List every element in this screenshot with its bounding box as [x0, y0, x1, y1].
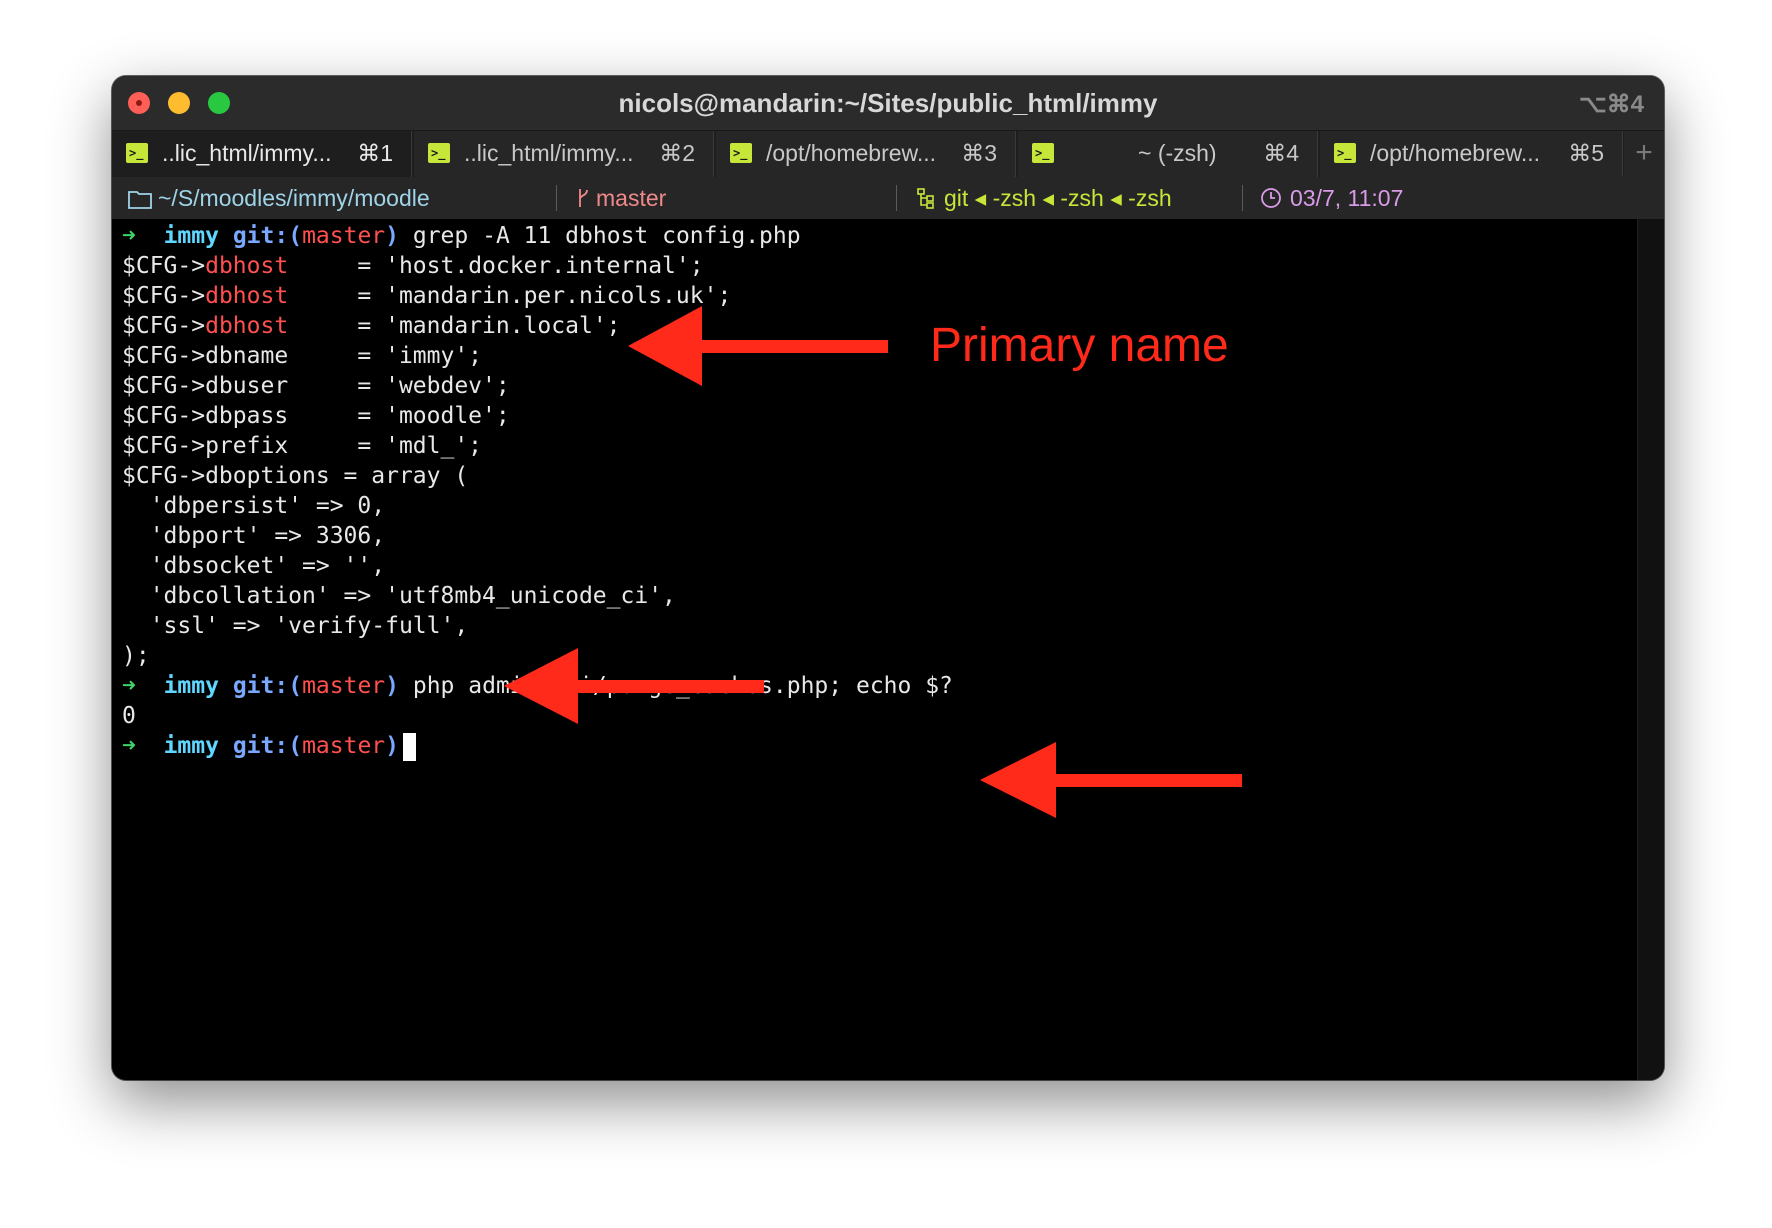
arrow-ssl: [504, 648, 764, 724]
annotation-primary-name: Primary name: [930, 319, 1229, 372]
arrow-purge-caches: [980, 742, 1242, 818]
annotation-layer: [504, 306, 1242, 818]
arrow-primary-name: [628, 306, 888, 386]
